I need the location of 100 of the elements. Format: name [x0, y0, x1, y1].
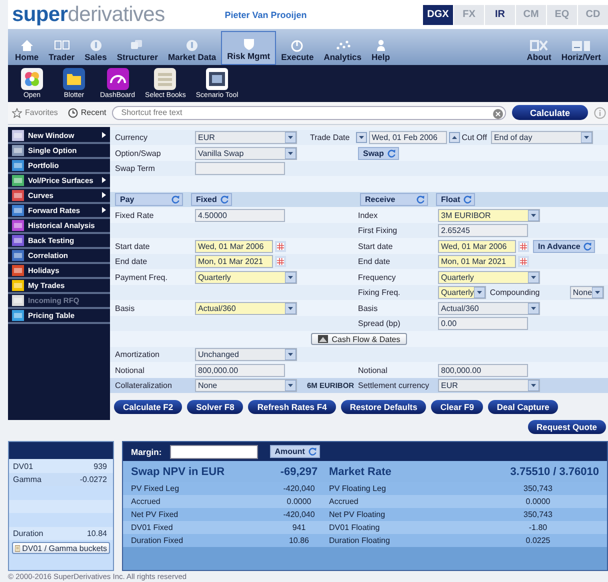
dropdown[interactable]: Vanilla Swap	[195, 146, 297, 160]
dropdown[interactable]: Quarterly	[195, 270, 297, 284]
search-field[interactable]: Shortcut free text	[112, 106, 506, 120]
tile-icon	[12, 294, 24, 306]
dropdown[interactable]: Actual/360	[195, 302, 297, 315]
field-label: Settlement currency	[358, 381, 430, 390]
result-label: DV01 Fixed	[131, 523, 174, 532]
result-value: 350,743	[522, 484, 554, 494]
calendar-icon[interactable]	[518, 256, 529, 268]
margin-label: Margin:	[131, 446, 162, 457]
nav-tab[interactable]: Structurer	[112, 30, 163, 65]
star-icon	[12, 108, 22, 118]
nav-tab[interactable]: Market Data	[162, 30, 222, 65]
text-field[interactable]: 800,000.00	[195, 364, 285, 377]
asset-tab[interactable]: DGX	[423, 4, 453, 25]
rate-value: 3.75510 / 3.76010	[509, 466, 600, 478]
calculate-button[interactable]: Calculate	[512, 105, 588, 120]
text-field[interactable]: 800,000.00	[438, 364, 528, 377]
dropdown[interactable]: Unchanged	[195, 348, 297, 362]
asset-tab[interactable]: IR	[485, 4, 515, 25]
folder-icon	[63, 68, 85, 90]
caret-icon	[285, 302, 296, 314]
margin-field[interactable]	[170, 444, 258, 459]
toggle-button[interactable]: Float	[436, 193, 476, 206]
nav-button[interactable]: About	[522, 30, 556, 65]
clear-icon[interactable]	[492, 108, 503, 119]
recent-button[interactable]: Recent	[68, 108, 106, 118]
refresh-icon	[386, 148, 396, 158]
date-field[interactable]: Mon, 01 Mar 2021	[195, 255, 273, 268]
power-icon	[289, 38, 306, 52]
dropdown[interactable]: EUR	[195, 131, 297, 144]
metric-value: -0.0272	[80, 475, 107, 484]
result-label: Duration Fixed	[131, 536, 184, 546]
dropdown[interactable]: End of day	[490, 131, 593, 144]
action-button[interactable]: Restore Defaults	[340, 400, 426, 414]
dropdown[interactable]: 3M EURIBOR	[438, 208, 540, 222]
amount-toggle[interactable]: Amount	[270, 445, 320, 458]
npv-title: Swap NPV in EUR	[131, 466, 226, 478]
nav-tab[interactable]: Sales	[80, 30, 112, 65]
dropdown[interactable]: Quarterly	[438, 286, 486, 300]
dropdown[interactable]: None	[570, 286, 604, 300]
refresh-icon	[416, 195, 425, 204]
document-icon	[15, 544, 20, 553]
nav-tab[interactable]: Help	[366, 30, 395, 65]
action-button[interactable]: Refresh Rates F4	[248, 400, 336, 414]
info-icon[interactable]	[594, 106, 606, 119]
tile-icon	[12, 130, 24, 141]
house-icon	[18, 38, 35, 52]
cash-flow-button[interactable]: Cash Flow & Dates	[310, 333, 408, 346]
toggle-button[interactable]: Fixed	[191, 193, 232, 206]
clock-icon	[68, 108, 78, 118]
field-label: Compounding	[490, 288, 541, 298]
nav-tab[interactable]: Analytics	[318, 30, 367, 65]
request-quote-button[interactable]: Request Quote	[528, 420, 606, 434]
action-button[interactable]: Solver F8	[187, 400, 244, 414]
toggle-button[interactable]: In Advance	[533, 240, 596, 253]
caret-icon	[285, 148, 296, 159]
tile-icon	[12, 220, 24, 231]
tile-icon	[12, 250, 24, 261]
calendar-icon[interactable]	[275, 240, 286, 252]
date-field[interactable]: Mon, 01 Mar 2021	[438, 255, 516, 268]
nav-tab[interactable]: Home	[10, 30, 44, 65]
text-field[interactable]: 0.00	[438, 317, 528, 330]
dropdown[interactable]: EUR	[438, 379, 540, 392]
date-field[interactable]: Wed, 01 Mar 2006	[195, 240, 273, 253]
nav-button[interactable]: Horiz/Vert	[556, 30, 606, 65]
toggle-button[interactable]: Receive	[360, 193, 428, 206]
field-label: Payment Freq.	[115, 272, 168, 282]
text-field[interactable]: 2.65245	[438, 224, 528, 238]
field-label: Option/Swap	[115, 148, 162, 158]
metric-label: DV01	[13, 462, 34, 471]
date-field[interactable]: Wed, 01 Feb 2006	[368, 131, 447, 144]
action-button[interactable]: Deal Capture	[488, 400, 558, 414]
nav-tab[interactable]: Execute	[276, 30, 319, 65]
calendar-icon[interactable]	[275, 256, 286, 268]
dropdown[interactable]: Actual/360	[438, 302, 540, 315]
toggle-button[interactable]: Pay	[115, 193, 183, 206]
result-label: Accrued	[329, 497, 360, 506]
caret-icon	[474, 287, 485, 298]
action-button[interactable]: Clear F9	[431, 400, 483, 414]
date-field[interactable]: Wed, 01 Mar 2006	[438, 240, 516, 253]
logo: superderivatives	[12, 2, 165, 27]
toggle-button[interactable]: Swap	[358, 146, 399, 160]
result-label: Net PV Fixed	[131, 510, 180, 520]
arrow-icon	[102, 192, 106, 198]
chart-icon	[318, 335, 328, 344]
text-field[interactable]	[195, 162, 285, 176]
nav-tab[interactable]: Trader	[44, 30, 80, 65]
calendar-icon[interactable]	[518, 240, 529, 252]
dropdown[interactable]: None	[195, 379, 297, 392]
favorites-button[interactable]: Favorites	[12, 108, 58, 118]
nav-tab[interactable]: Risk Mgmt	[221, 30, 276, 65]
tile-icon	[12, 160, 24, 171]
field-label: Start date	[358, 242, 394, 251]
down-arrow-button[interactable]	[356, 132, 367, 144]
text-field[interactable]: 4.50000	[195, 208, 285, 222]
action-button[interactable]: Calculate F2	[114, 400, 182, 414]
up-arrow-button[interactable]	[448, 132, 460, 144]
dropdown[interactable]: Quarterly	[438, 270, 540, 284]
buckets-button[interactable]: DV01 / Gamma buckets	[12, 542, 110, 554]
